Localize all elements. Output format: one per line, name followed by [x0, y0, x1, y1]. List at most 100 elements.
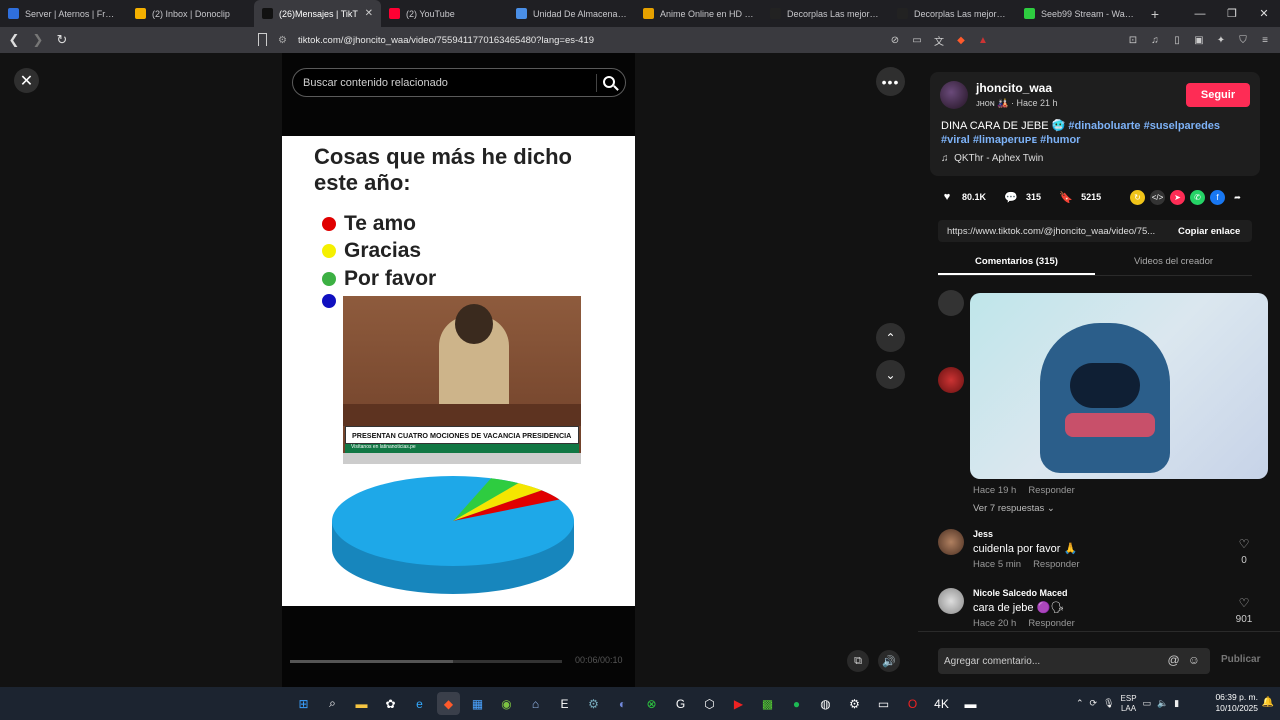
rewards-icon[interactable]: ▲ — [976, 35, 990, 46]
screenshot-icon[interactable]: ⊡ — [1126, 35, 1140, 46]
menu-icon[interactable]: ≡ — [1258, 35, 1272, 46]
sidebar-icon[interactable]: ▯ — [1170, 35, 1184, 46]
browser-tab[interactable]: Seeb99 Stream - Watch Li — [1016, 0, 1143, 27]
media-icon[interactable]: ♫ — [1148, 35, 1162, 46]
share-arrow-icon[interactable]: ➦ — [1230, 190, 1245, 205]
reply-button[interactable]: Responder — [1033, 559, 1079, 570]
back-icon[interactable]: ❮ — [4, 32, 24, 48]
photos-icon[interactable]: ▦ — [466, 692, 489, 715]
hashtag[interactable]: #humor — [1040, 134, 1080, 146]
brave-shield-icon[interactable]: ◆ — [954, 35, 968, 46]
xbox-icon[interactable]: ⊗ — [640, 692, 663, 715]
comment-author[interactable]: Nicole Salcedo Maced — [973, 588, 1068, 598]
minimize-icon[interactable]: — — [1184, 8, 1216, 20]
media-player-icon[interactable]: ▶ — [727, 692, 750, 715]
close-tab-icon[interactable]: ✕ — [365, 8, 373, 19]
translate-icon[interactable]: 文 — [932, 33, 946, 48]
mic-icon[interactable]: 🎙 — [1103, 698, 1114, 709]
url-field[interactable]: ⚙ tiktok.com/@jhoncito_waa/video/7559411… — [278, 27, 594, 53]
tray-chevron-icon[interactable]: ⌃ — [1076, 698, 1084, 709]
video-link[interactable]: https://www.tiktok.com/@jhoncito_waa/vid… — [938, 226, 1168, 237]
spotify-icon[interactable]: ● — [785, 692, 808, 715]
hashtag[interactable]: #viral — [941, 134, 970, 146]
epic-icon[interactable]: E — [553, 692, 576, 715]
comment-author[interactable]: Jess — [973, 529, 993, 539]
discord-icon[interactable]: ◐ — [611, 692, 634, 715]
chatgpt-icon[interactable]: ✿ — [379, 692, 402, 715]
minecraft-icon[interactable]: ▩ — [756, 692, 779, 715]
browser-tab[interactable]: (26)Mensajes | TikT ✕ — [254, 0, 381, 27]
new-tab-button[interactable]: + — [1143, 6, 1167, 22]
app-icon[interactable]: ▬ — [959, 692, 982, 715]
whatsapp-icon[interactable]: ✆ — [1190, 190, 1205, 205]
clock[interactable]: 06:39 p. m. 10/10/2025 — [1215, 692, 1258, 714]
sync-icon[interactable]: ⟳ — [1090, 698, 1098, 709]
comment-avatar[interactable] — [938, 290, 964, 316]
floating-player-button[interactable]: ⧉ — [847, 650, 869, 672]
audio-app-icon[interactable]: ◍ — [814, 692, 837, 715]
close-window-icon[interactable]: ✕ — [1248, 7, 1280, 20]
unity-icon[interactable]: ⬡ — [698, 692, 721, 715]
username[interactable]: jhoncito_waa — [976, 81, 1052, 95]
terminal-icon[interactable]: ▭ — [872, 692, 895, 715]
battery-icon[interactable]: ▮ — [1174, 698, 1179, 709]
related-search-input[interactable]: Buscar contenido relacionado — [292, 68, 626, 97]
hashtag[interactable]: #suselparedes — [1144, 120, 1220, 132]
browser-tab[interactable]: Unidad De Almacenamien — [508, 0, 635, 27]
mention-icon[interactable]: @ — [1168, 653, 1180, 667]
search-taskbar-icon[interactable]: ⌕ — [321, 692, 344, 715]
mute-site-icon[interactable]: ⊘ — [888, 35, 902, 46]
gog-icon[interactable]: G — [669, 692, 692, 715]
comment-avatar[interactable] — [938, 529, 964, 555]
edge-icon[interactable]: e — [408, 692, 431, 715]
wallet-icon[interactable]: ▣ — [1192, 35, 1206, 46]
facebook-icon[interactable]: f — [1210, 190, 1225, 205]
more-options-button[interactable]: ••• — [876, 67, 905, 96]
steam-icon[interactable]: ⚙ — [582, 692, 605, 715]
4k-icon[interactable]: 4K — [930, 692, 953, 715]
speaker-icon[interactable]: 🔈 — [1157, 698, 1168, 709]
tab-comments[interactable]: Comentarios (315) — [938, 248, 1095, 275]
bookmark-save-icon[interactable]: 🔖 — [1059, 190, 1073, 204]
heart-icon[interactable]: ♥ — [940, 190, 954, 204]
cast-icon[interactable]: ▭ — [910, 35, 924, 46]
vpn-icon[interactable]: ⛉ — [1236, 35, 1250, 46]
follow-button[interactable]: Seguir — [1186, 83, 1250, 107]
comment-avatar[interactable] — [938, 367, 964, 393]
forward-icon[interactable]: ❯ — [28, 32, 48, 48]
reply-button[interactable]: Responder — [1028, 485, 1074, 496]
video-player[interactable]: Buscar contenido relacionado Cosas que m… — [282, 53, 635, 687]
browser-tab[interactable]: Server | Aternos | Free Min — [0, 0, 127, 27]
video-progress-bar[interactable] — [290, 660, 562, 663]
bookmark-icon[interactable] — [258, 33, 267, 46]
leo-icon[interactable]: ✦ — [1214, 35, 1228, 46]
copy-link-button[interactable]: Copiar enlace — [1168, 226, 1240, 237]
view-replies-button[interactable]: Ver 7 respuestas ⌄ — [973, 503, 1055, 514]
notification-bell-icon[interactable]: 🔔 — [1262, 697, 1274, 708]
comment-like-icon[interactable]: ♡ — [1237, 596, 1251, 610]
repost-icon[interactable]: ↻ — [1130, 190, 1145, 205]
close-viewer-button[interactable]: ✕ — [14, 68, 39, 93]
avatar[interactable] — [940, 81, 968, 109]
search-icon[interactable] — [603, 76, 615, 88]
comment-icon[interactable]: 💬 — [1004, 190, 1018, 204]
post-comment-button[interactable]: Publicar — [1221, 654, 1260, 665]
embed-icon[interactable]: </> — [1150, 190, 1165, 205]
send-icon[interactable]: ➤ — [1170, 190, 1185, 205]
comment-avatar[interactable] — [938, 588, 964, 614]
next-video-button[interactable]: ⌄ — [876, 360, 905, 389]
previous-video-button[interactable]: ⌃ — [876, 323, 905, 352]
emoji-icon[interactable]: ☺ — [1188, 653, 1200, 667]
comment-like-icon[interactable]: ♡ — [1237, 537, 1251, 551]
hashtag[interactable]: #dinaboluarte — [1068, 120, 1140, 132]
reply-button[interactable]: Responder — [1028, 618, 1074, 629]
site-settings-icon[interactable]: ⚙ — [278, 35, 292, 46]
tab-creator-videos[interactable]: Videos del creador — [1095, 248, 1252, 275]
browser-tab[interactable]: (2) Inbox | Donoclip — [127, 0, 254, 27]
settings-icon[interactable]: ⚙ — [843, 692, 866, 715]
opera-icon[interactable]: O — [901, 692, 924, 715]
browser-tab[interactable]: Decorplas Las mejores Of — [762, 0, 889, 27]
volume-button[interactable]: 🔊 — [878, 650, 900, 672]
start-icon[interactable]: ⊞ — [292, 692, 315, 715]
brave-icon[interactable]: ◆ — [437, 692, 460, 715]
